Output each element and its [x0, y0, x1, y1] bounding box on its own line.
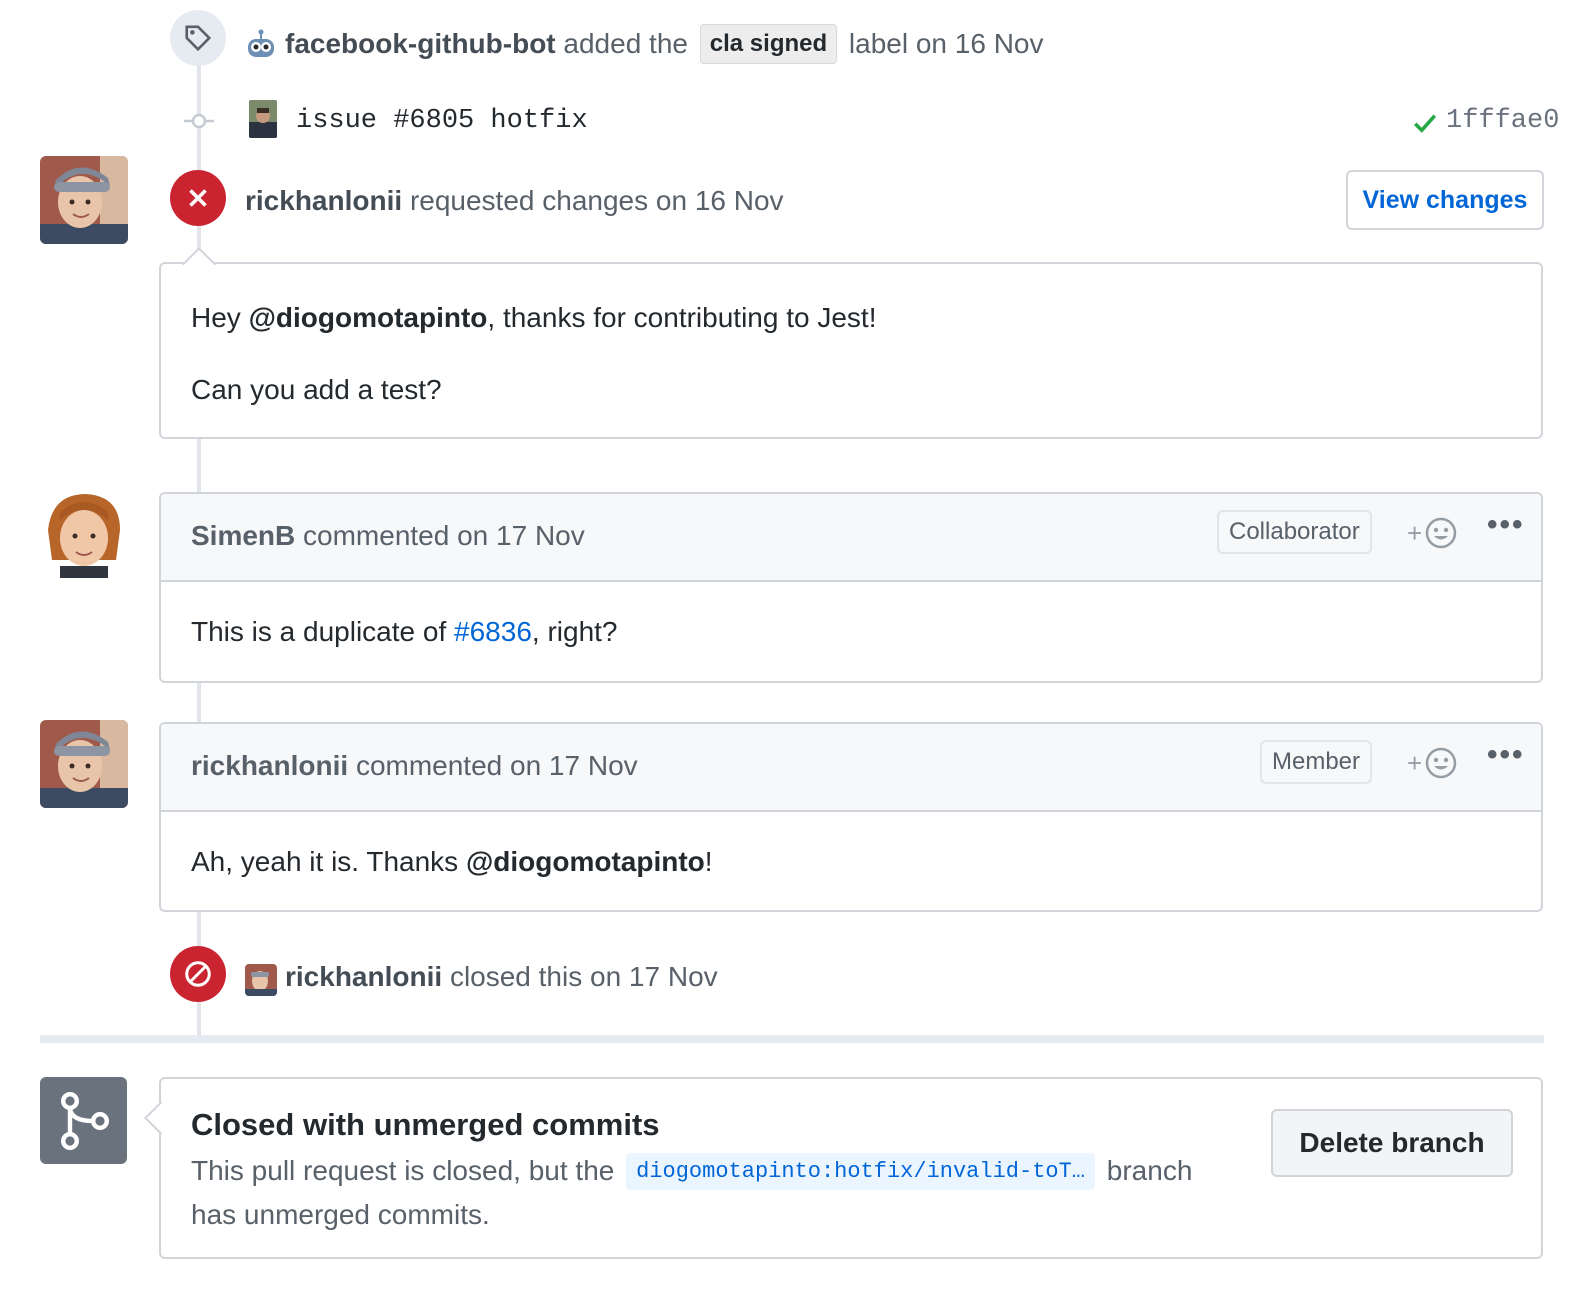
- timeline-line: [197, 682, 201, 722]
- comment-text: Ah, yeah it is. Thanks: [191, 846, 459, 877]
- event-action: requested changes on 16 Nov: [409, 185, 784, 216]
- review-greeting: Hey: [191, 302, 241, 333]
- comment-author[interactable]: rickhanlonii: [191, 750, 348, 781]
- smiley-icon: [1425, 747, 1457, 779]
- comment-author[interactable]: SimenB: [191, 520, 295, 551]
- check-icon: [1412, 110, 1438, 141]
- merge-status-description-line2: has unmerged commits.: [191, 1199, 490, 1230]
- avatar[interactable]: [40, 156, 128, 244]
- comment-meta: SimenB commented on 17 Nov: [191, 520, 585, 552]
- blocked-icon: [170, 946, 226, 1002]
- merge-status-title: Closed with unmerged commits: [191, 1107, 660, 1142]
- kebab-icon[interactable]: •••: [1487, 738, 1525, 772]
- member-badge: Member: [1260, 740, 1373, 784]
- comment-meta: rickhanlonii commented on 17 Nov: [191, 750, 638, 782]
- x-icon: [170, 170, 226, 226]
- user-mention[interactable]: @diogomotapinto: [249, 302, 488, 333]
- review-comment-box: Hey @diogomotapinto, thanks for contribu…: [159, 262, 1543, 439]
- add-reaction-button[interactable]: +: [1407, 516, 1458, 550]
- merge-desc-text: branch: [1106, 1155, 1193, 1186]
- bot-icon: [245, 28, 277, 65]
- collaborator-badge: Collaborator: [1217, 510, 1372, 554]
- closed-event-text: rickhanlonii closed this on 17 Nov: [285, 961, 718, 993]
- review-event-text: rickhanlonii requested changes on 16 Nov: [245, 185, 784, 217]
- comment-box: rickhanlonii commented on 17 Nov Member …: [159, 722, 1543, 912]
- git-branch-icon: [40, 1077, 127, 1164]
- tag-icon: [170, 10, 226, 66]
- comment-header: SimenB commented on 17 Nov Collaborator …: [161, 494, 1541, 582]
- comment-text: , right?: [531, 616, 618, 647]
- comment-body: Ah, yeah it is. Thanks @diogomotapinto!: [191, 846, 713, 878]
- review-line-2: Can you add a test?: [191, 374, 442, 405]
- merge-status-box: Closed with unmerged commits This pull r…: [159, 1077, 1543, 1259]
- avatar[interactable]: [40, 720, 128, 808]
- event-actor[interactable]: rickhanlonii: [245, 185, 402, 216]
- comment-header: rickhanlonii commented on 17 Nov Member …: [161, 724, 1541, 812]
- kebab-icon[interactable]: •••: [1487, 508, 1525, 542]
- avatar[interactable]: [40, 490, 128, 578]
- plus-sign: +: [1407, 517, 1423, 548]
- commit-icon: [184, 108, 214, 139]
- label-badge[interactable]: cla signed: [699, 24, 838, 64]
- timeline-line: [197, 60, 201, 260]
- comment-timestamp[interactable]: commented on 17 Nov: [303, 520, 585, 551]
- branch-name[interactable]: diogomotapinto:hotfix/invalid-toT…: [626, 1153, 1095, 1190]
- event-action: label on 16 Nov: [848, 28, 1044, 59]
- avatar[interactable]: [249, 100, 277, 138]
- avatar[interactable]: [245, 964, 277, 996]
- comment-text: !: [704, 846, 713, 877]
- merge-desc-text: This pull request is closed, but the: [191, 1155, 615, 1186]
- event-actor[interactable]: rickhanlonii: [285, 961, 442, 992]
- comment-box: SimenB commented on 17 Nov Collaborator …: [159, 492, 1543, 683]
- timeline-line: [197, 438, 201, 494]
- comment-timestamp[interactable]: commented on 17 Nov: [356, 750, 638, 781]
- label-event-text: facebook-github-bot added the cla signed…: [285, 24, 1044, 64]
- comment-text: This is a duplicate of: [191, 616, 447, 647]
- commit-sha[interactable]: 1fffae0: [1446, 106, 1559, 136]
- user-mention[interactable]: @diogomotapinto: [466, 846, 705, 877]
- view-changes-button[interactable]: View changes: [1346, 170, 1544, 230]
- event-action: added the: [563, 28, 688, 59]
- review-line1-rest: , thanks for contributing to Jest!: [487, 302, 877, 333]
- issue-link[interactable]: #6836: [454, 616, 532, 647]
- merge-status-description: This pull request is closed, but the dio…: [191, 1153, 1192, 1190]
- smiley-icon: [1425, 517, 1457, 549]
- commit-message[interactable]: issue #6805 hotfix: [296, 106, 588, 136]
- comment-body: This is a duplicate of #6836, right?: [191, 616, 618, 648]
- review-line-1: Hey @diogomotapinto, thanks for contribu…: [191, 302, 876, 334]
- timeline-divider: [40, 1035, 1544, 1043]
- plus-sign: +: [1407, 747, 1423, 778]
- event-action: closed this on 17 Nov: [449, 961, 718, 992]
- add-reaction-button[interactable]: +: [1407, 746, 1458, 780]
- event-actor[interactable]: facebook-github-bot: [285, 28, 556, 59]
- delete-branch-button[interactable]: Delete branch: [1271, 1109, 1513, 1177]
